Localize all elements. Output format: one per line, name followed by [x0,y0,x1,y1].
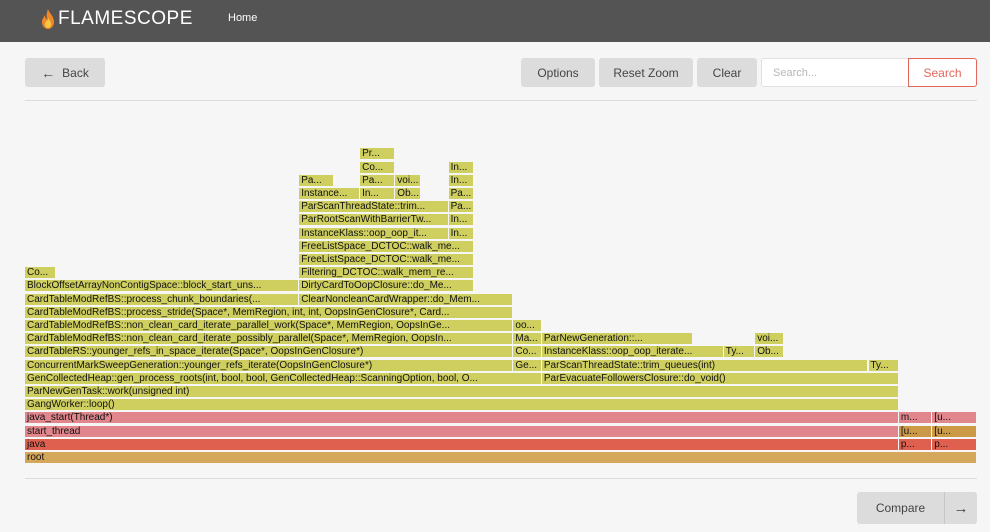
flame-frame[interactable]: [u... [932,425,977,438]
search-button[interactable]: Search [908,58,977,87]
flame-frame[interactable]: Instance... [299,188,361,200]
flame-frame[interactable]: In... [360,188,396,200]
flame-frame[interactable]: InstanceKlass::oop_oop_it... [299,227,449,240]
flame-frame[interactable]: Pa... [448,188,475,200]
flame-frame[interactable]: Co... [360,161,396,174]
flame-frame[interactable]: In... [448,214,475,227]
flame-frame[interactable]: Ty... [868,359,899,372]
flame-frame[interactable]: InstanceKlass::oop_oop_iterate... [541,346,724,359]
flame-frame[interactable]: Pa... [299,174,335,187]
flame-frame[interactable]: Ge... [513,359,542,372]
top-divider [25,100,977,101]
back-button-label: Back [62,65,89,80]
flame-frame[interactable]: CardTableModRefBS::process_chunk_boundar… [25,293,300,306]
flame-frame[interactable]: Pa... [448,201,475,214]
flame-frame[interactable]: Ty... [723,346,756,359]
flame-frame[interactable]: Pa... [360,174,396,187]
brand-logo[interactable]: FLAMESCOPE [40,6,193,32]
nav-home-link[interactable]: Home [228,12,257,24]
compare-button[interactable]: Compare → [857,492,977,524]
flame-frame[interactable]: In... [448,174,475,187]
flame-frame[interactable]: GenCollectedHeap::gen_process_roots(int,… [25,372,542,385]
flame-frame[interactable]: DirtyCardToOopClosure::do_Me... [299,280,475,293]
arrow-right-icon[interactable]: → [945,492,977,524]
flame-frame[interactable]: FreeListSpace_DCTOC::walk_me... [299,254,475,266]
top-navbar: FLAMESCOPE Home [0,0,990,42]
reset-zoom-button[interactable]: Reset Zoom [599,58,693,87]
flame-frame[interactable]: root [25,452,977,464]
flame-frame[interactable]: ParEvacuateFollowersClosure::do_void() [541,372,899,385]
flame-frame[interactable]: In... [448,161,475,174]
flame-frame[interactable]: ClearNoncleanCardWrapper::do_Mem... [299,293,514,306]
flame-frame[interactable]: Ma... [513,333,542,346]
flame-frame[interactable]: [u... [932,412,977,425]
flame-frame[interactable]: CardTableModRefBS::non_clean_card_iterat… [25,333,514,346]
flame-frame[interactable]: GangWorker::loop() [25,399,899,412]
bottom-divider [25,478,977,479]
flame-frame[interactable]: Filtering_DCTOC::walk_mem_re... [299,267,475,280]
flame-frame[interactable]: m... [898,412,933,425]
flame-frame[interactable]: start_thread [25,425,899,438]
flame-frame[interactable]: CardTableModRefBS::non_clean_card_iterat… [25,320,514,332]
arrow-left-icon: ← [41,64,56,81]
options-button[interactable]: Options [521,58,595,87]
flame-frame[interactable]: FreeListSpace_DCTOC::walk_me... [299,240,475,253]
flame-frame[interactable]: ParNewGenTask::work(unsigned int) [25,386,899,398]
flame-frame[interactable]: ParScanThreadState::trim... [299,201,449,214]
flame-icon [42,9,54,29]
brand-name: FLAMESCOPE [58,8,193,29]
back-button[interactable]: ← Back [25,58,105,87]
flame-frame[interactable]: p... [898,438,933,451]
flame-frame[interactable]: Pr... [360,148,396,161]
flame-frame[interactable]: voi... [755,333,784,346]
flame-frame[interactable]: BlockOffsetArrayNonContigSpace::block_st… [25,280,300,293]
flame-frame[interactable]: p... [932,438,977,451]
flame-frame[interactable]: Co... [513,346,542,359]
flame-frame[interactable]: Ob... [755,346,784,359]
flame-frame[interactable]: java [25,438,899,451]
flame-frame[interactable]: ParRootScanWithBarrierTw... [299,214,449,227]
flame-frame[interactable]: ConcurrentMarkSweepGeneration::younger_r… [25,359,514,372]
compare-button-label: Compare [875,501,926,515]
flame-frame[interactable]: voi... [395,174,421,187]
search-input[interactable] [761,58,908,87]
flame-frame[interactable]: java_start(Thread*) [25,412,899,425]
flame-frame[interactable]: CardTableModRefBS::process_stride(Space*… [25,306,514,319]
flame-frame[interactable]: oo... [513,320,542,332]
flame-frame[interactable]: [u... [898,425,933,438]
flame-frame[interactable]: Co... [25,267,56,280]
flame-frame[interactable]: Ob... [395,188,421,200]
clear-button[interactable]: Clear [697,58,757,87]
flame-frame[interactable]: ParScanThreadState::trim_queues(int) [541,359,869,372]
flame-frame[interactable]: ParNewGeneration::... [541,333,694,346]
flame-frame[interactable]: In... [448,227,475,240]
flame-frame[interactable]: CardTableRS::younger_refs_in_space_itera… [25,346,514,359]
